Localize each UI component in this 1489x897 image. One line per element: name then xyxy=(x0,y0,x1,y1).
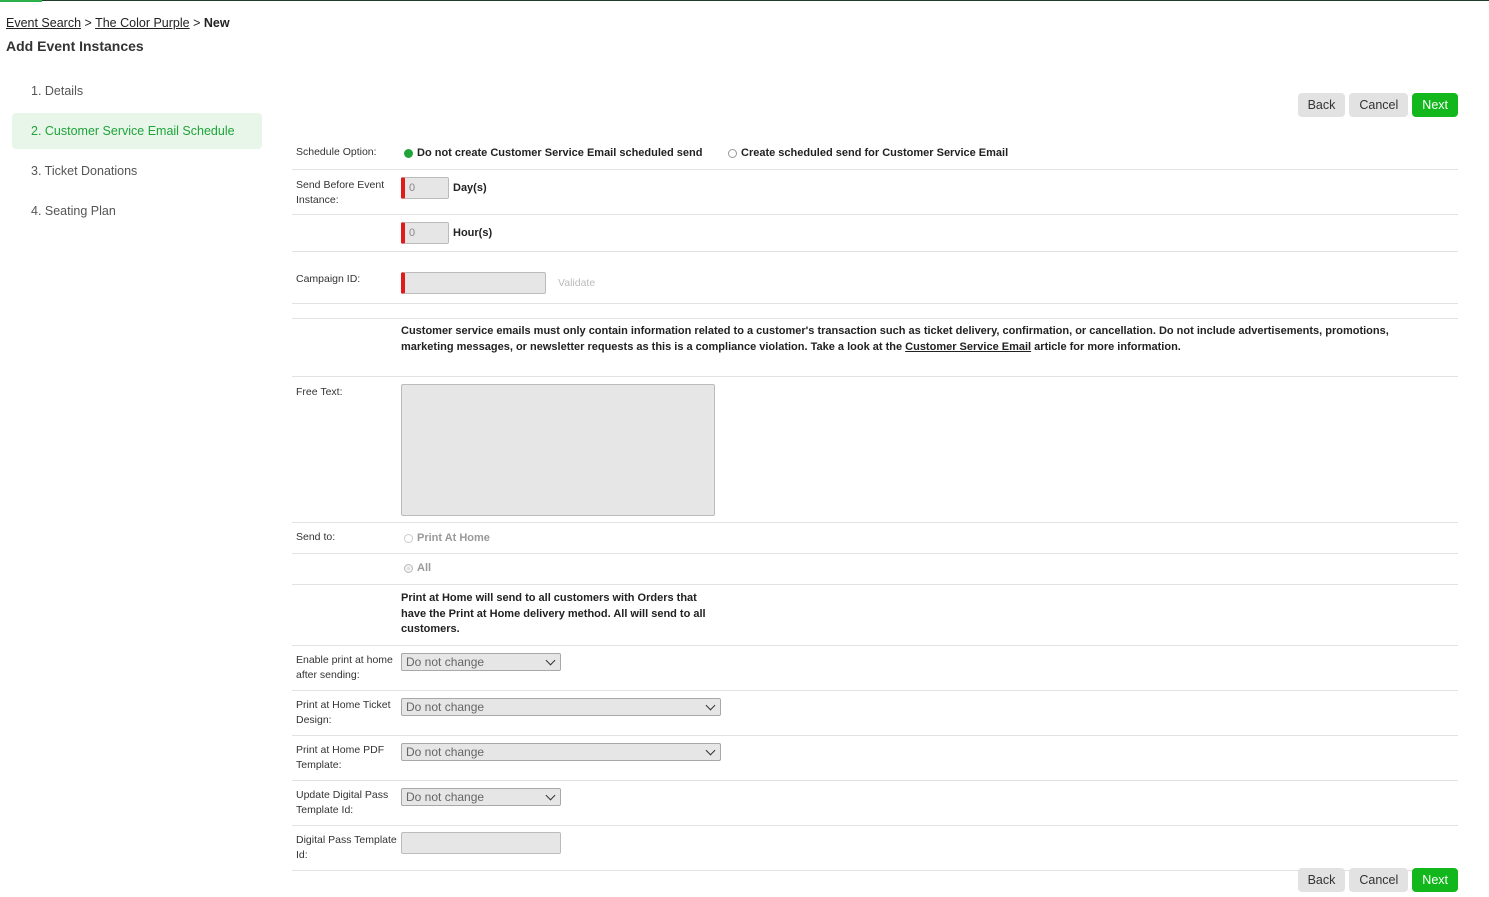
radio-empty-icon xyxy=(728,148,737,158)
breadcrumb-current: New xyxy=(203,16,230,30)
schedule-option-label: Schedule Option: xyxy=(296,146,377,158)
send-before-label: Send Before Event Instance: xyxy=(296,179,385,206)
chevron-down-icon xyxy=(545,790,556,800)
notice-row: Customer service emails must only contai… xyxy=(292,318,1458,377)
enable-pah-row: Enable print at home after sending: Do n… xyxy=(292,646,1458,691)
campaign-id-input[interactable] xyxy=(401,272,546,294)
schedule-option-do-not-create[interactable]: Do not create Customer Service Email sch… xyxy=(404,147,702,159)
schedule-option-create[interactable]: Create scheduled send for Customer Servi… xyxy=(728,147,1008,159)
pah-ticket-design-label: Print at Home Ticket Design: xyxy=(296,699,391,726)
send-to-help-row: Print at Home will send to all customers… xyxy=(292,585,1458,646)
page-title: Add Event Instances xyxy=(6,38,144,54)
breadcrumb: Event Search > The Color Purple > New xyxy=(6,16,230,30)
breadcrumb-event[interactable]: The Color Purple xyxy=(95,16,190,30)
pah-pdf-template-select[interactable]: Do not change xyxy=(401,743,721,761)
digital-pass-template-input[interactable] xyxy=(401,832,561,854)
send-to-help-text: Print at Home will send to all customers… xyxy=(401,592,706,635)
next-button[interactable]: Next xyxy=(1412,868,1458,892)
schedule-option-row: Schedule Option: Do not create Customer … xyxy=(292,141,1458,170)
breadcrumb-separator: > xyxy=(193,16,201,30)
step-details[interactable]: 1. Details xyxy=(12,73,262,109)
campaign-id-row: Campaign ID: Validate xyxy=(292,252,1458,304)
send-before-hours-input[interactable] xyxy=(401,222,449,244)
radio-selected-icon xyxy=(404,148,413,158)
send-before-days-row: Send Before Event Instance: Day(s) xyxy=(292,170,1458,215)
customer-service-email-link[interactable]: Customer Service Email xyxy=(905,341,1031,353)
send-before-hours-row: Hour(s) xyxy=(292,215,1458,252)
top-accent-bar xyxy=(0,0,42,2)
back-button[interactable]: Back xyxy=(1297,868,1346,892)
free-text-label: Free Text: xyxy=(296,386,343,398)
digital-pass-template-row: Digital Pass Template Id: xyxy=(292,826,1458,871)
schedule-form: Schedule Option: Do not create Customer … xyxy=(292,141,1458,871)
free-text-input[interactable] xyxy=(401,384,715,516)
hours-unit-label: Hour(s) xyxy=(453,227,493,239)
pah-ticket-design-row: Print at Home Ticket Design: Do not chan… xyxy=(292,691,1458,736)
digital-pass-template-label: Digital Pass Template Id: xyxy=(296,834,397,861)
wizard-steps: 1. Details 2. Customer Service Email Sch… xyxy=(12,73,262,233)
enable-pah-label: Enable print at home after sending: xyxy=(296,654,393,681)
pah-pdf-template-row: Print at Home PDF Template: Do not chang… xyxy=(292,736,1458,781)
validate-link[interactable]: Validate xyxy=(558,277,595,289)
step-customer-service-email-schedule[interactable]: 2. Customer Service Email Schedule xyxy=(12,113,262,149)
back-button[interactable]: Back xyxy=(1297,93,1346,117)
step-ticket-donations[interactable]: 3. Ticket Donations xyxy=(12,153,262,189)
free-text-row: Free Text: xyxy=(292,377,1458,523)
campaign-id-label: Campaign ID: xyxy=(296,273,361,285)
radio-empty-icon xyxy=(404,533,413,543)
update-digital-pass-row: Update Digital Pass Template Id: Do not … xyxy=(292,781,1458,826)
next-button[interactable]: Next xyxy=(1412,93,1458,117)
breadcrumb-separator: > xyxy=(84,16,92,30)
top-button-group: Back Cancel Next xyxy=(1297,93,1458,117)
update-digital-pass-label: Update Digital Pass Template Id: xyxy=(296,789,389,816)
cancel-button[interactable]: Cancel xyxy=(1349,93,1409,117)
update-digital-pass-select[interactable]: Do not change xyxy=(401,788,561,806)
step-seating-plan[interactable]: 4. Seating Plan xyxy=(12,193,262,229)
breadcrumb-event-search[interactable]: Event Search xyxy=(6,16,81,30)
compliance-notice: Customer service emails must only contai… xyxy=(401,325,1389,353)
radio-selected-icon xyxy=(404,563,413,573)
chevron-down-icon xyxy=(705,700,716,710)
days-unit-label: Day(s) xyxy=(453,182,487,194)
send-to-label: Send to: xyxy=(296,531,336,543)
chevron-down-icon xyxy=(705,745,716,755)
send-before-days-input[interactable] xyxy=(401,177,449,199)
cancel-button[interactable]: Cancel xyxy=(1349,868,1409,892)
enable-pah-select[interactable]: Do not change xyxy=(401,653,561,671)
chevron-down-icon xyxy=(545,655,556,665)
bottom-button-group: Back Cancel Next xyxy=(1297,868,1458,892)
send-to-all-row: All xyxy=(292,554,1458,585)
send-to-row: Send to: Print At Home xyxy=(292,523,1458,554)
send-to-all[interactable]: All xyxy=(404,562,431,574)
pah-ticket-design-select[interactable]: Do not change xyxy=(401,698,721,716)
pah-pdf-template-label: Print at Home PDF Template: xyxy=(296,744,385,771)
send-to-print-at-home[interactable]: Print At Home xyxy=(404,532,490,544)
